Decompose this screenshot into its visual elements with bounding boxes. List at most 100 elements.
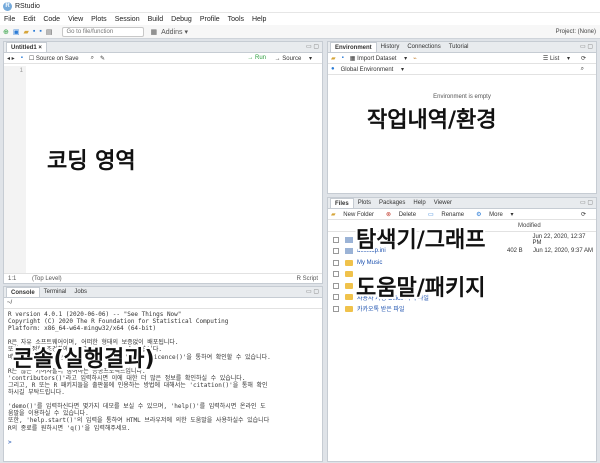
row-checkbox[interactable] xyxy=(333,259,339,266)
console-prompt[interactable]: > xyxy=(8,439,318,446)
row-checkbox[interactable] xyxy=(333,271,339,278)
more-button[interactable]: ⚙ More ▾ xyxy=(476,211,513,218)
tab-untitled1[interactable]: Untitled1 × xyxy=(6,42,47,52)
menu-session[interactable]: Session xyxy=(115,16,140,23)
console-line: Copyright (C) 2020 The R Foundation for … xyxy=(8,318,229,326)
project-selector[interactable]: Project: (None) xyxy=(556,29,596,35)
file-name[interactable]: 카카오톡 받은 파일 xyxy=(357,304,507,313)
menu-edit[interactable]: Edit xyxy=(23,16,35,23)
window-controls-icon[interactable]: ▭ ▢ xyxy=(306,288,319,295)
menu-build[interactable]: Build xyxy=(148,16,164,23)
tab-tutorial[interactable]: Tutorial xyxy=(445,42,473,52)
file-type[interactable]: R Script xyxy=(297,276,318,282)
goto-file-input[interactable]: Go to file/function xyxy=(62,26,145,37)
tab-connections[interactable]: Connections xyxy=(403,42,444,52)
back-icon[interactable]: ◂ ▸ xyxy=(7,55,15,62)
tab-jobs[interactable]: Jobs xyxy=(70,287,91,297)
tab-help[interactable]: Help xyxy=(409,198,429,208)
source-label: Source xyxy=(282,55,302,62)
grid-icon[interactable]: ▦ xyxy=(150,28,157,36)
working-directory: ~/ xyxy=(7,300,13,306)
new-file-icon[interactable]: ⊕ xyxy=(3,28,9,36)
annotation-console: 콘솔(실행결과) xyxy=(13,347,155,372)
r-icon: ● xyxy=(331,66,335,72)
tab-console[interactable]: Console xyxy=(6,287,40,297)
list-item[interactable]: My Music xyxy=(328,257,596,269)
broom-icon[interactable]: ⌁ xyxy=(413,55,417,62)
window-controls-icon[interactable]: ▭ ▢ xyxy=(580,199,593,206)
list-item[interactable]: 카카오톡 받은 파일 xyxy=(328,303,596,315)
list-view-label: List xyxy=(549,55,560,62)
scope-dropdown[interactable]: Global Environment ▾ xyxy=(341,66,404,73)
console-line: 하시길 부탁드립니다. xyxy=(8,389,65,397)
row-checkbox[interactable] xyxy=(333,305,339,312)
tab-untitled1-label: Untitled1 xyxy=(11,45,37,51)
environment-scope-bar: ● Global Environment ▾ ⌕ xyxy=(328,64,596,75)
console-line: R version 4.0.1 (2020-06-06) -- "See Thi… xyxy=(8,311,182,318)
menu-profile[interactable]: Profile xyxy=(200,16,220,23)
scope-label: Global Environment xyxy=(340,66,394,73)
tab-plots[interactable]: Plots xyxy=(354,198,375,208)
delete-button[interactable]: ⊗ Delete xyxy=(386,211,422,218)
row-checkbox[interactable] xyxy=(333,236,339,243)
console-line: 그리고, R 또는 R 패키지들을 출판물에 인용하는 방법에 대해서는 'ci… xyxy=(8,381,268,389)
wand-icon[interactable]: ✎ xyxy=(100,55,105,62)
print-icon[interactable]: ▤ xyxy=(46,28,53,36)
search-icon[interactable]: ⌕ xyxy=(91,55,94,62)
annotation-coding-area: 코딩 영역 xyxy=(47,149,136,174)
window-title: RStudio xyxy=(15,2,40,10)
menu-view[interactable]: View xyxy=(68,16,83,23)
window-controls-icon[interactable]: ▭ ▢ xyxy=(580,43,593,50)
row-checkbox[interactable] xyxy=(333,294,339,301)
menu-help[interactable]: Help xyxy=(252,16,266,23)
scope-selector[interactable]: (Top Level) xyxy=(32,276,62,282)
import-dataset-button[interactable]: ▦ Import Dataset ▾ xyxy=(350,55,407,62)
annotation-environment: 작업내역/환경 xyxy=(367,108,497,133)
file-name[interactable]: My Music xyxy=(357,260,507,266)
addins-button[interactable]: Addins ▾ xyxy=(161,28,188,36)
goto-file-placeholder: Go to file/function xyxy=(66,28,114,35)
rstudio-logo-icon: R xyxy=(3,1,12,11)
menu-file[interactable]: File xyxy=(4,16,15,23)
delete-label: Delete xyxy=(398,211,417,218)
tab-viewer[interactable]: Viewer xyxy=(430,198,456,208)
menu-plots[interactable]: Plots xyxy=(91,16,107,23)
menu-code[interactable]: Code xyxy=(43,16,60,23)
menu-tools[interactable]: Tools xyxy=(228,16,244,23)
refresh-icon[interactable]: ⟳ xyxy=(581,55,586,62)
save-file-icon[interactable]: ▪ xyxy=(21,55,23,61)
console-output[interactable]: R version 4.0.1 (2020-06-06) -- "See Thi… xyxy=(8,311,318,461)
console-tabbar: Console Terminal Jobs ▭ ▢ xyxy=(4,287,322,298)
source-button[interactable]: → Source ▾ xyxy=(275,55,312,62)
rename-button[interactable]: ▭ Rename xyxy=(428,211,470,218)
search-icon[interactable]: ⌕ xyxy=(581,66,584,73)
menu-debug[interactable]: Debug xyxy=(171,16,192,23)
row-checkbox[interactable] xyxy=(333,248,339,255)
console-path-bar: ~/ xyxy=(4,298,322,309)
open-file-icon[interactable]: ▰ xyxy=(24,28,29,36)
tab-packages[interactable]: Packages xyxy=(375,198,409,208)
open-workspace-icon[interactable]: ▰ xyxy=(331,55,336,62)
tab-history[interactable]: History xyxy=(377,42,404,52)
source-on-save-checkbox[interactable]: ☐ Source on Save xyxy=(29,55,85,62)
new-folder-button[interactable]: ▰ New Folder xyxy=(331,211,380,218)
modified-column-header[interactable]: Modified xyxy=(518,223,541,229)
save-icon[interactable]: ▪ xyxy=(33,28,35,35)
file-modified: Jun 12, 2020, 9:37 AM xyxy=(533,248,594,255)
tab-environment[interactable]: Environment xyxy=(330,42,377,52)
environment-toolbar: ▰ ▪ ▦ Import Dataset ▾ ⌁ ☰ List ▾ ⟳ xyxy=(328,53,596,64)
console-line: Platform: x86_64-w64-mingw32/x64 (64-bit… xyxy=(8,325,157,333)
run-button[interactable]: → Run xyxy=(247,55,272,61)
save-workspace-icon[interactable]: ▪ xyxy=(342,55,344,61)
window-controls-icon[interactable]: ▭ ▢ xyxy=(306,43,319,50)
files-tabbar: Files Plots Packages Help Viewer ▭ ▢ xyxy=(328,198,596,209)
tab-terminal[interactable]: Terminal xyxy=(40,287,71,297)
list-view-button[interactable]: ☰ List ▾ xyxy=(543,55,570,62)
tab-files[interactable]: Files xyxy=(330,198,354,208)
save-all-icon[interactable]: ▪ xyxy=(39,28,41,35)
source-toolbar: ◂ ▸ ▪ ☐ Source on Save ⌕ ✎ → Run → Sourc… xyxy=(4,53,322,64)
rename-label: Rename xyxy=(441,211,465,218)
refresh-icon[interactable]: ⟳ xyxy=(581,211,586,218)
new-project-icon[interactable]: ▣ xyxy=(13,28,20,36)
row-checkbox[interactable] xyxy=(333,282,339,289)
